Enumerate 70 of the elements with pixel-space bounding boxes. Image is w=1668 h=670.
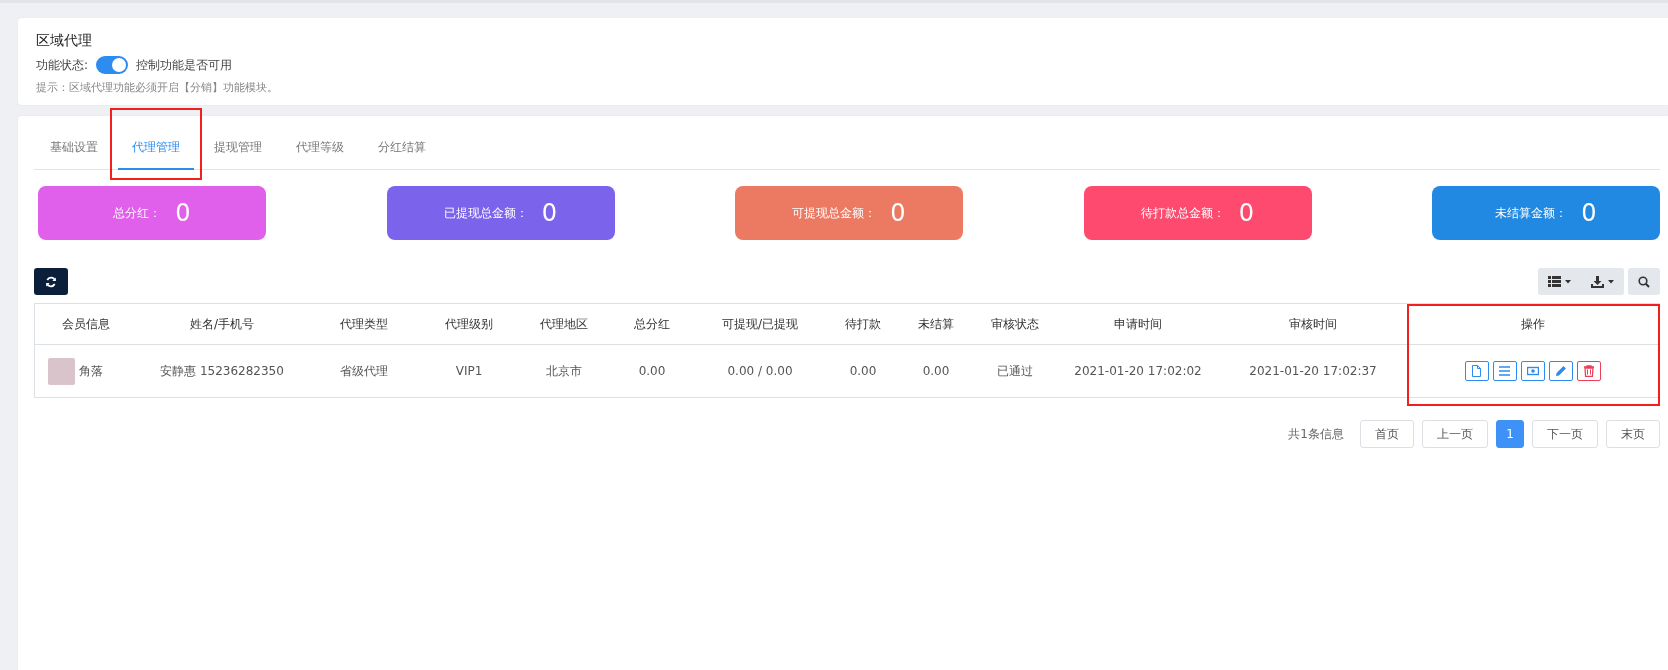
section-title: 区域代理: [36, 32, 93, 50]
photo-placeholder: [48, 357, 75, 385]
stat-value: 0: [1238, 199, 1255, 227]
field-label: 功能状态:: [36, 56, 89, 74]
table-cell: 2021-01-20 17:02:02: [1057, 344, 1219, 398]
table-cell: VIP1: [421, 344, 517, 398]
column-header: 审核状态: [973, 303, 1057, 345]
table-cell: 0.00: [827, 344, 899, 398]
page-button[interactable]: 1: [1496, 420, 1524, 448]
toggle-switch[interactable]: [96, 56, 129, 74]
tab[interactable]: 分红结算: [364, 126, 440, 170]
delete-button[interactable]: [1577, 361, 1601, 381]
stat-label: 未结算金额：: [1495, 204, 1568, 222]
page-button[interactable]: 首页: [1360, 420, 1414, 448]
caret-icon: [1565, 279, 1571, 284]
page-button[interactable]: 上一页: [1422, 420, 1488, 448]
trash-icon: [1583, 365, 1595, 377]
download-icon: [1591, 275, 1604, 288]
stat-value: 0: [541, 199, 558, 227]
list-icon: [1548, 276, 1561, 287]
stat-label: 可提现总金额：: [792, 204, 877, 222]
column-header: 代理地区: [517, 303, 611, 345]
table-cell: 安静惠 15236282350: [137, 344, 307, 398]
table-cell: 0.00 / 0.00: [693, 344, 827, 398]
column-header: 代理级别: [421, 303, 517, 345]
column-header: 未结算: [899, 303, 973, 345]
list-button[interactable]: [1493, 361, 1517, 381]
tab[interactable]: 代理等级: [282, 126, 358, 170]
table-cell: 北京市: [517, 344, 611, 398]
tab[interactable]: 提现管理: [200, 126, 276, 170]
table-cell: 已通过: [973, 344, 1057, 398]
column-header: 总分红: [611, 303, 693, 345]
page-button[interactable]: 末页: [1606, 420, 1660, 448]
column-header: 姓名/手机号: [137, 303, 307, 345]
stat-value: 0: [890, 199, 906, 227]
search-icon: [1638, 275, 1650, 288]
column-header: 申请时间: [1057, 303, 1219, 345]
tip-text: 提示：区域代理功能必须开启【分销】功能模块。: [36, 80, 279, 95]
list-icon: [1499, 365, 1511, 377]
toggle-hint: 控制功能是否可用: [136, 56, 233, 74]
caret-icon: [1608, 279, 1614, 284]
stat-label: 待打款总金额：: [1140, 204, 1225, 222]
detail-button[interactable]: [1465, 361, 1489, 381]
banknote-icon: [1527, 365, 1539, 377]
table-cell: 2021-01-20 17:02:37: [1219, 344, 1407, 398]
column-header: 可提现/已提现: [693, 303, 827, 345]
table-cell: 省级代理: [307, 344, 421, 398]
refresh-button[interactable]: [34, 268, 68, 295]
member-name: 角落: [79, 362, 103, 380]
column-header: 会员信息: [34, 303, 137, 345]
table-cell: 0.00: [899, 344, 973, 398]
refresh-icon: [45, 275, 57, 288]
column-header: 待打款: [827, 303, 899, 345]
pencil-icon: [1555, 365, 1567, 377]
stat-label: 总分红：: [113, 204, 162, 222]
stat-value: 0: [1581, 199, 1597, 227]
tab[interactable]: 基础设置: [36, 126, 112, 170]
tab[interactable]: 代理管理: [118, 126, 194, 170]
table-cell: 0.00: [611, 344, 693, 398]
page-button[interactable]: 下一页: [1532, 420, 1598, 448]
column-header: 代理类型: [307, 303, 421, 345]
record-count: 共1条信息: [1288, 425, 1344, 443]
edit-button[interactable]: [1549, 361, 1573, 381]
column-header: 审核时间: [1219, 303, 1407, 345]
document-icon: [1471, 365, 1483, 377]
payment-button[interactable]: [1521, 361, 1545, 381]
search-button[interactable]: [1628, 268, 1660, 295]
stat-label: 已提现总金额：: [443, 204, 528, 222]
stat-value: 0: [175, 199, 191, 227]
column-header: 操作: [1407, 303, 1660, 345]
